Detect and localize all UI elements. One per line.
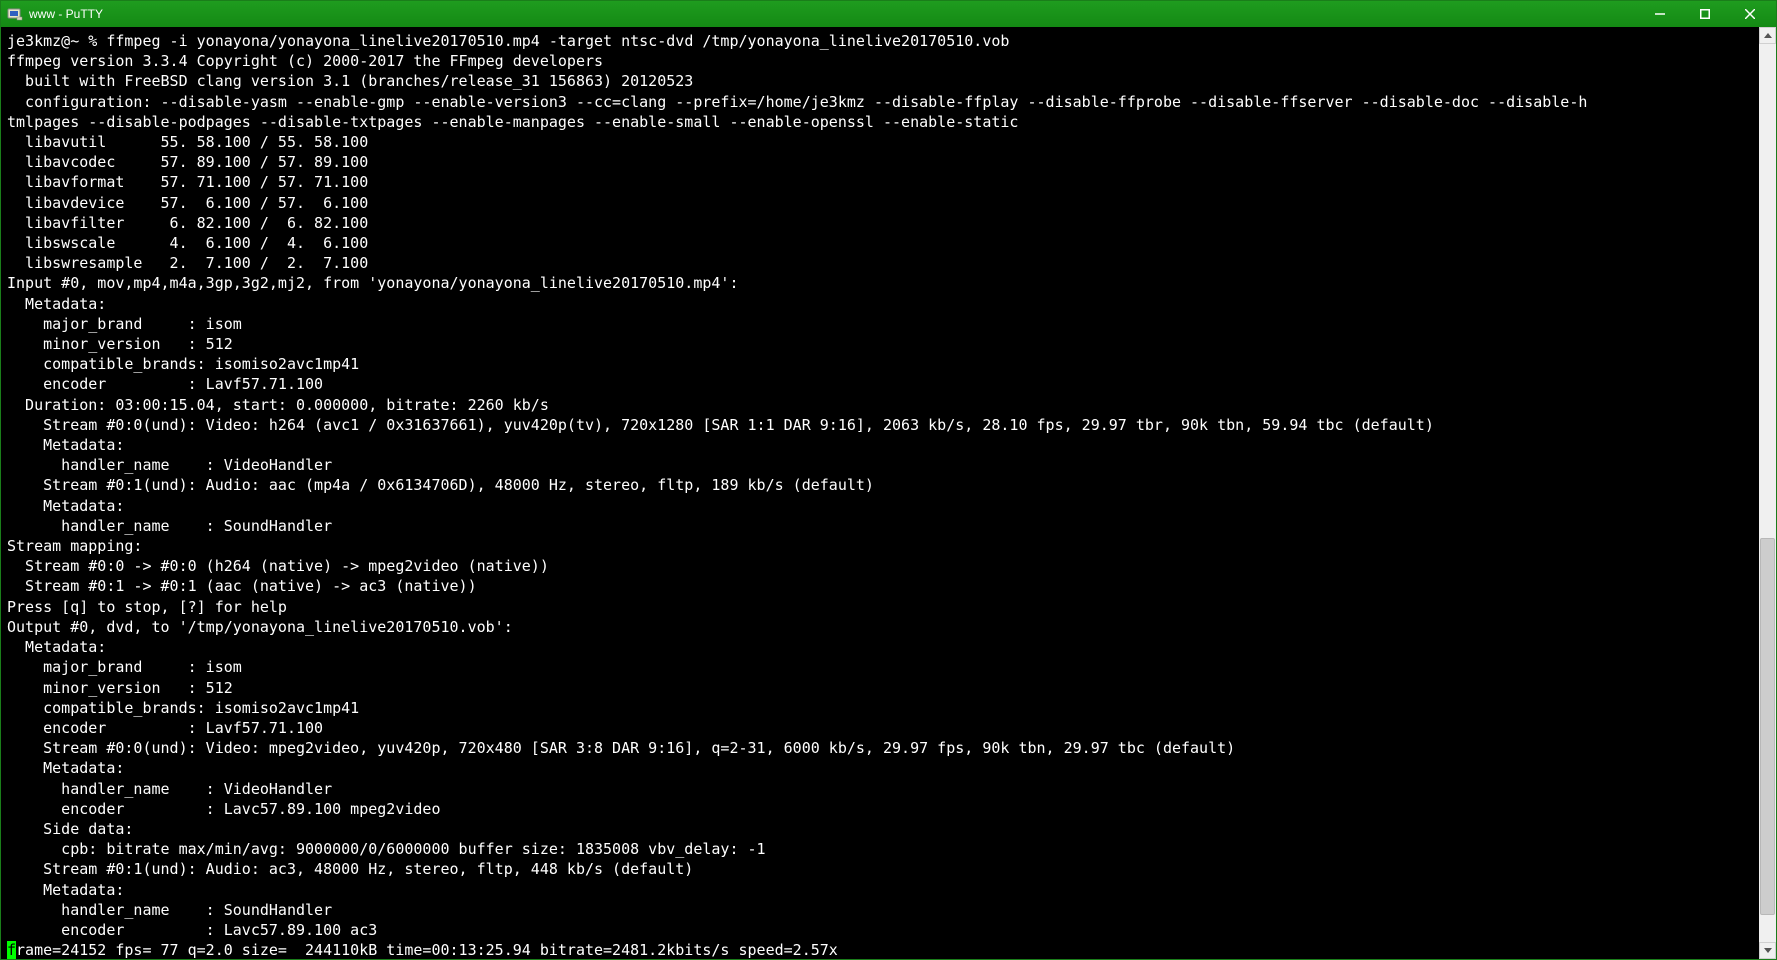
terminal-line: Input #0, mov,mp4,m4a,3gp,3g2,mj2, from … — [7, 274, 739, 292]
close-icon — [1745, 9, 1755, 19]
terminal-line: cpb: bitrate max/min/avg: 9000000/0/6000… — [7, 840, 766, 858]
terminal-line: Stream #0:1(und): Audio: ac3, 48000 Hz, … — [7, 860, 693, 878]
terminal-line: Stream #0:0(und): Video: mpeg2video, yuv… — [7, 739, 1235, 757]
putty-icon — [7, 6, 23, 22]
terminal-line: Duration: 03:00:15.04, start: 0.000000, … — [7, 396, 549, 414]
minimize-button[interactable] — [1637, 3, 1682, 25]
terminal-line: encoder : Lavc57.89.100 ac3 — [7, 921, 377, 939]
terminal-line: compatible_brands: isomiso2avc1mp41 — [7, 699, 359, 717]
terminal-line: libavutil 55. 58.100 / 55. 58.100 — [7, 133, 368, 151]
terminal-line: libavcodec 57. 89.100 / 57. 89.100 — [7, 153, 368, 171]
terminal-line: Metadata: — [7, 497, 124, 515]
terminal-line: Metadata: — [7, 759, 124, 777]
terminal-line: major_brand : isom — [7, 315, 242, 333]
window-title: www - PuTTY — [29, 7, 103, 21]
terminal-line: handler_name : SoundHandler — [7, 901, 332, 919]
terminal-line: Side data: — [7, 820, 133, 838]
terminal-line: handler_name : SoundHandler — [7, 517, 332, 535]
terminal-line: Metadata: — [7, 881, 124, 899]
minimize-icon — [1655, 9, 1665, 19]
terminal[interactable]: je3kmz@~ % ffmpeg -i yonayona/yonayona_l… — [1, 27, 1759, 959]
terminal-line: tmlpages --disable-podpages --disable-tx… — [7, 113, 1018, 131]
terminal-line: encoder : Lavf57.71.100 — [7, 375, 323, 393]
content-row: je3kmz@~ % ffmpeg -i yonayona/yonayona_l… — [1, 27, 1776, 959]
terminal-line: Stream #0:1(und): Audio: aac (mp4a / 0x6… — [7, 476, 874, 494]
status-line: rame=24152 fps= 77 q=2.0 size= 244110kB … — [16, 941, 838, 959]
terminal-line: handler_name : VideoHandler — [7, 456, 332, 474]
scrollbar-thumb[interactable] — [1760, 538, 1775, 915]
terminal-line: Metadata: — [7, 436, 124, 454]
terminal-line: Stream #0:0(und): Video: h264 (avc1 / 0x… — [7, 416, 1434, 434]
maximize-icon — [1700, 9, 1710, 19]
scrollbar-track[interactable] — [1759, 44, 1776, 942]
putty-window: www - PuTTY je3kmz@~ % ffmpeg -i yonayon… — [0, 0, 1777, 960]
terminal-line: Stream mapping: — [7, 537, 142, 555]
close-button[interactable] — [1727, 3, 1772, 25]
terminal-line: Output #0, dvd, to '/tmp/yonayona_lineli… — [7, 618, 513, 636]
terminal-line: configuration: --disable-yasm --enable-g… — [7, 93, 1587, 111]
terminal-line: Metadata: — [7, 295, 106, 313]
chevron-up-icon — [1764, 33, 1772, 38]
terminal-line: minor_version : 512 — [7, 335, 233, 353]
terminal-line: ffmpeg version 3.3.4 Copyright (c) 2000-… — [7, 52, 603, 70]
prompt: je3kmz@~ % — [7, 32, 106, 50]
terminal-line: libavformat 57. 71.100 / 57. 71.100 — [7, 173, 368, 191]
terminal-line: handler_name : VideoHandler — [7, 780, 332, 798]
terminal-line: built with FreeBSD clang version 3.1 (br… — [7, 72, 693, 90]
chevron-down-icon — [1764, 948, 1772, 953]
command: ffmpeg -i yonayona/yonayona_linelive2017… — [106, 32, 1009, 50]
terminal-line: minor_version : 512 — [7, 679, 233, 697]
titlebar[interactable]: www - PuTTY — [1, 1, 1776, 27]
terminal-line: libavdevice 57. 6.100 / 57. 6.100 — [7, 194, 368, 212]
terminal-line: compatible_brands: isomiso2avc1mp41 — [7, 355, 359, 373]
terminal-line: major_brand : isom — [7, 658, 242, 676]
terminal-line: Stream #0:1 -> #0:1 (aac (native) -> ac3… — [7, 577, 477, 595]
terminal-line: Press [q] to stop, [?] for help — [7, 598, 287, 616]
scrollbar[interactable] — [1759, 27, 1776, 959]
terminal-line: encoder : Lavf57.71.100 — [7, 719, 323, 737]
scroll-down-button[interactable] — [1759, 942, 1776, 959]
terminal-line: Stream #0:0 -> #0:0 (h264 (native) -> mp… — [7, 557, 549, 575]
terminal-line: libswresample 2. 7.100 / 2. 7.100 — [7, 254, 368, 272]
terminal-line: encoder : Lavc57.89.100 mpeg2video — [7, 800, 440, 818]
cursor: f — [7, 941, 16, 959]
terminal-line: libavfilter 6. 82.100 / 6. 82.100 — [7, 214, 368, 232]
maximize-button[interactable] — [1682, 3, 1727, 25]
terminal-line: Metadata: — [7, 638, 106, 656]
terminal-line: libswscale 4. 6.100 / 4. 6.100 — [7, 234, 368, 252]
scroll-up-button[interactable] — [1759, 27, 1776, 44]
